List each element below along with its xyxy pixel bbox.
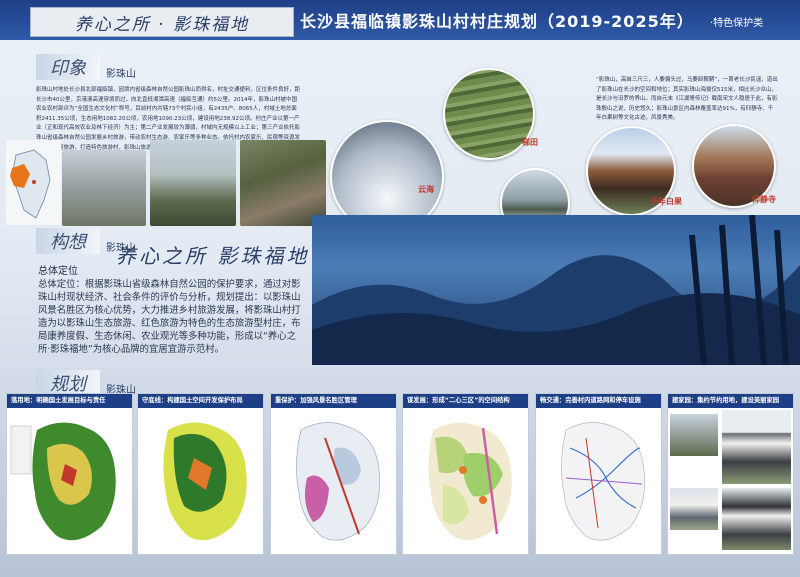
section-impression-heading: 印象 影珠山 <box>36 54 136 80</box>
positioning-text: 总体定位：根据影珠山省级森林自然公园的保护要求，通过对影珠山村现状经济、社会条件… <box>38 279 301 355</box>
section-heading-main: 构想 <box>36 228 100 254</box>
village-photo-1 <box>62 150 146 226</box>
caption-titian: 梯田 <box>522 138 538 147</box>
panel-land-use: 落用地：明确国土发展目标与责任 <box>6 393 133 555</box>
panel-title: 畅交通：完善村内道路网和停车设施 <box>536 394 661 408</box>
panel-protection-layout: 守底线：构建国土空间开发保护布局 <box>137 393 264 555</box>
caption-baiguo: 千年白果 <box>650 197 682 206</box>
panel-title: 守底线：构建国土空间开发保护布局 <box>138 394 263 408</box>
section-heading-main: 印象 <box>36 54 100 80</box>
panel-title: 重保护：加强风景名胜区管理 <box>271 394 396 408</box>
panel-homeland: 建家园：集约节约用地，建设美丽家园 <box>667 393 794 555</box>
building-renderings <box>668 408 793 554</box>
caption-yangjing: 仰静寺 <box>752 195 776 204</box>
mountain-panorama <box>312 215 800 365</box>
panel-scenic-protection: 重保护：加强风景名胜区管理 <box>270 393 397 555</box>
panel-spatial-structure: 谋发展：形成“二心三区”的空间结构 <box>402 393 529 555</box>
caption-yunhai: 云海 <box>418 185 434 194</box>
panel-title: 建家园：集约节约用地，建设美丽家园 <box>668 394 793 408</box>
positioning-label: 总体定位 <box>38 266 78 277</box>
transport-map <box>536 408 661 554</box>
scenic-map <box>271 408 396 554</box>
protection-map <box>138 408 263 554</box>
panel-title: 谋发展：形成“二心三区”的空间结构 <box>403 394 528 408</box>
brush-slogan: 养心之所 影珠福地 <box>116 244 310 268</box>
panel-transport: 畅交通：完善村内道路网和停车设施 <box>535 393 662 555</box>
legend-quote: “影珠山，高耸三尺三，人要偏头过，马要卸鞍鞯”，一首老长沙民谣，道出了影珠山在长… <box>596 77 778 122</box>
rendering-3 <box>670 488 718 530</box>
rendering-1 <box>670 414 718 456</box>
village-photo-3 <box>240 140 326 226</box>
section-heading-sub: 影珠山 <box>106 69 136 80</box>
rendering-2 <box>722 410 791 484</box>
page-title: 长沙县福临镇影珠山村村庄规划（2019-2025年） <box>300 12 694 31</box>
village-photo-2 <box>150 140 236 226</box>
location-map <box>6 140 61 225</box>
page-subtitle: ·特色保护类 <box>710 18 764 29</box>
land-use-map <box>7 408 132 554</box>
header-slogan: 养心之所 · 影珠福地 <box>30 7 294 37</box>
structure-map <box>403 408 528 554</box>
rendering-4 <box>722 488 791 550</box>
panel-title: 落用地：明确国土发展目标与责任 <box>7 394 132 408</box>
